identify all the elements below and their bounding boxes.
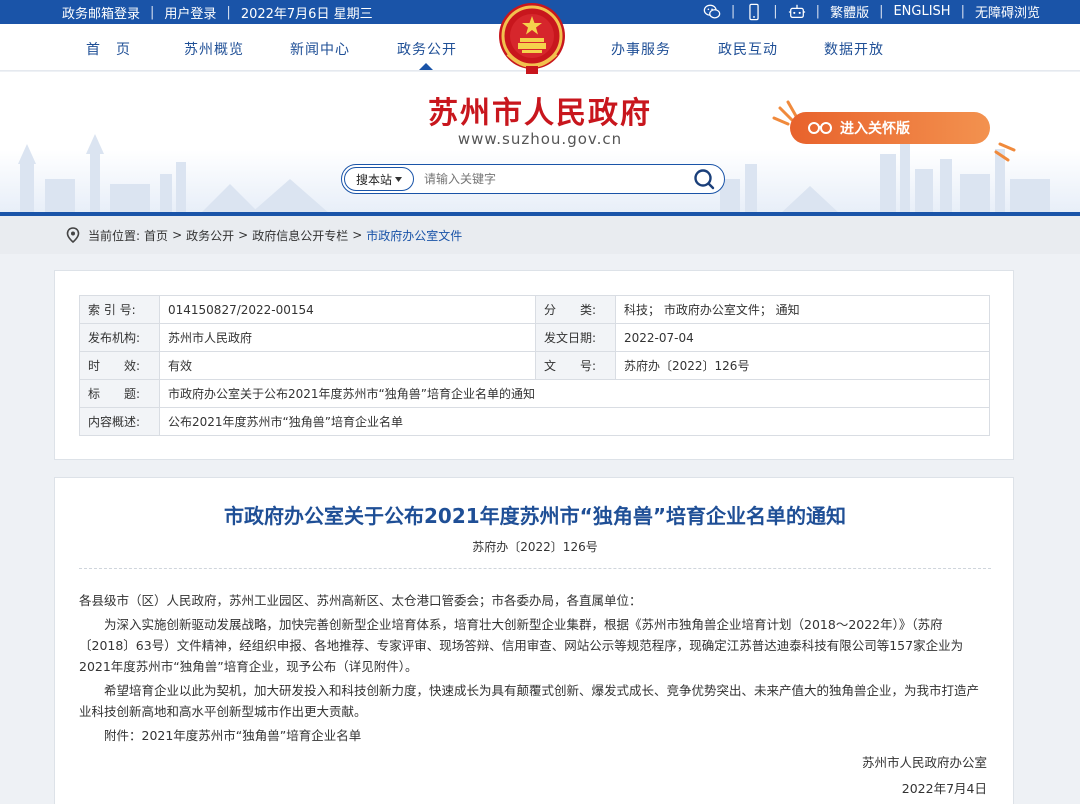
mobile-icon[interactable]: [745, 3, 763, 21]
divider: |: [226, 5, 231, 20]
breadcrumb: 当前位置: 首页 > 政务公开 > 政府信息公开专栏 > 市政府办公室文件: [0, 216, 1080, 254]
breadcrumb-info-disclosure[interactable]: 政府信息公开专栏: [252, 227, 348, 244]
user-login-link[interactable]: 用户登录: [164, 3, 216, 22]
table-row: 内容概述: 公布2021年度苏州市“独角兽”培育企业名单: [79, 407, 990, 436]
glasses-icon: [808, 122, 832, 134]
article-signer: 苏州市人民政府办公室: [861, 755, 987, 770]
article-divider: [79, 568, 991, 569]
article-title: 市政府办公室关于公布2021年度苏州市“独角兽”培育企业名单的通知: [224, 504, 846, 528]
divider: |: [150, 5, 155, 20]
breadcrumb-sep: >: [352, 228, 363, 242]
divider: |: [879, 4, 884, 19]
nav-item-services[interactable]: 办事服务: [611, 39, 671, 59]
summary-label: 内容概述:: [79, 407, 160, 436]
nav-item-overview[interactable]: 苏州概览: [184, 39, 244, 59]
index-label: 索 引 号:: [79, 295, 160, 324]
search-bar: 搜本站: [341, 164, 725, 194]
divider: |: [730, 4, 736, 19]
top-bar-left: 政务邮箱登录 | 用户登录 | 2022年7月6日 星期三: [62, 3, 373, 22]
search-input[interactable]: [414, 167, 690, 191]
document-info-table: 索 引 号: 014150827/2022-00154 分 类: 科技； 市政府…: [79, 295, 990, 436]
breadcrumb-sep: >: [172, 228, 183, 242]
publisher-label: 发布机构:: [79, 323, 160, 352]
table-row: 发布机构: 苏州市人民政府 发文日期: 2022-07-04: [79, 323, 990, 352]
nav-item-news[interactable]: 新闻中心: [290, 39, 350, 59]
publisher-value: 苏州市人民政府: [159, 323, 536, 352]
breadcrumb-gov-affairs[interactable]: 政务公开: [186, 227, 234, 244]
article-paragraph: 为深入实施创新驱动发展战略，加快完善创新型企业培育体系，培育壮大创新型企业集群，…: [79, 617, 964, 674]
document-info-card: 索 引 号: 014150827/2022-00154 分 类: 科技； 市政府…: [54, 270, 1014, 460]
nav-item-home[interactable]: 首 页: [86, 39, 131, 59]
location-pin-icon: [66, 227, 80, 243]
index-value: 014150827/2022-00154: [159, 295, 536, 324]
national-emblem-logo: [499, 3, 565, 74]
search-button[interactable]: [690, 165, 718, 193]
wechat-icon[interactable]: [703, 3, 721, 21]
title-label: 标 题:: [79, 379, 160, 408]
breadcrumb-home[interactable]: 首页: [144, 227, 168, 244]
search-scope-select[interactable]: 搜本站: [344, 167, 414, 191]
summary-value: 公布2021年度苏州市“独角兽”培育企业名单: [159, 407, 990, 436]
active-indicator: [419, 63, 433, 70]
search-icon: [694, 169, 715, 190]
table-row: 标 题: 市政府办公室关于公布2021年度苏州市“独角兽”培育企业名单的通知: [79, 379, 990, 408]
gov-mail-login-link[interactable]: 政务邮箱登录: [62, 3, 140, 22]
breadcrumb-current[interactable]: 市政府办公室文件: [366, 227, 462, 244]
top-bar-right: | | | 繁體版 | ENGLISH | 无障碍浏览: [703, 2, 1040, 21]
divider: |: [773, 4, 778, 19]
nav-item-open-data[interactable]: 数据开放: [824, 39, 884, 59]
table-row: 时 效: 有效 文 号: 苏府办〔2022〕126号: [79, 351, 990, 380]
divider: |: [815, 4, 821, 19]
divider: |: [960, 4, 965, 19]
article-sign-date: 2022年7月4日: [901, 781, 987, 796]
category-value: 科技； 市政府办公室文件； 通知: [615, 295, 990, 324]
current-date: 2022年7月6日 星期三: [240, 7, 373, 22]
doc-number-value: 苏府办〔2022〕126号: [615, 351, 990, 380]
category-label: 分 类:: [535, 295, 616, 324]
nav-item-gov-affairs[interactable]: 政务公开: [397, 39, 457, 59]
issue-date-label: 发文日期:: [535, 323, 616, 352]
issue-date-value: 2022-07-04: [615, 323, 990, 352]
english-link[interactable]: ENGLISH: [893, 4, 950, 19]
table-row: 索 引 号: 014150827/2022-00154 分 类: 科技； 市政府…: [79, 295, 990, 324]
article-body: 各县级市（区）人民政府，苏州工业园区、苏州高新区、太仓港口管委会；市各委办局，各…: [79, 590, 991, 749]
article-greeting: 各县级市（区）人民政府，苏州工业园区、苏州高新区、太仓港口管委会；市各委办局，各…: [79, 593, 642, 608]
doc-number-label: 文 号:: [535, 351, 616, 380]
accessibility-link[interactable]: 无障碍浏览: [975, 2, 1040, 21]
breadcrumb-sep: >: [238, 228, 249, 242]
breadcrumb-prefix: 当前位置:: [88, 228, 141, 243]
article-doc-number: 苏府办〔2022〕126号: [472, 540, 598, 554]
article-paragraph: 希望培育企业以此为契机，加大研发投入和科技创新力度，快速成长为具有颠覆式创新、爆…: [79, 683, 980, 719]
care-mode-button[interactable]: 进入关怀版: [790, 112, 990, 144]
site-header: 苏州市人民政府 www.suzhou.gov.cn 进入关怀版 搜本站: [0, 72, 1080, 214]
validity-label: 时 效:: [79, 351, 160, 380]
article-card: 市政府办公室关于公布2021年度苏州市“独角兽”培育企业名单的通知 苏府办〔20…: [54, 477, 1014, 804]
robot-icon[interactable]: [788, 3, 806, 21]
validity-value: 有效: [159, 351, 536, 380]
traditional-chinese-link[interactable]: 繁體版: [830, 2, 869, 21]
care-mode-label: 进入关怀版: [840, 121, 910, 137]
caret-down-icon: [395, 176, 402, 182]
search-scope-label: 搜本站: [355, 172, 392, 187]
title-value: 市政府办公室关于公布2021年度苏州市“独角兽”培育企业名单的通知: [159, 379, 990, 408]
article-attachment: 附件：2021年度苏州市“独角兽”培育企业名单: [104, 728, 362, 743]
nav-item-interaction[interactable]: 政民互动: [718, 39, 778, 59]
